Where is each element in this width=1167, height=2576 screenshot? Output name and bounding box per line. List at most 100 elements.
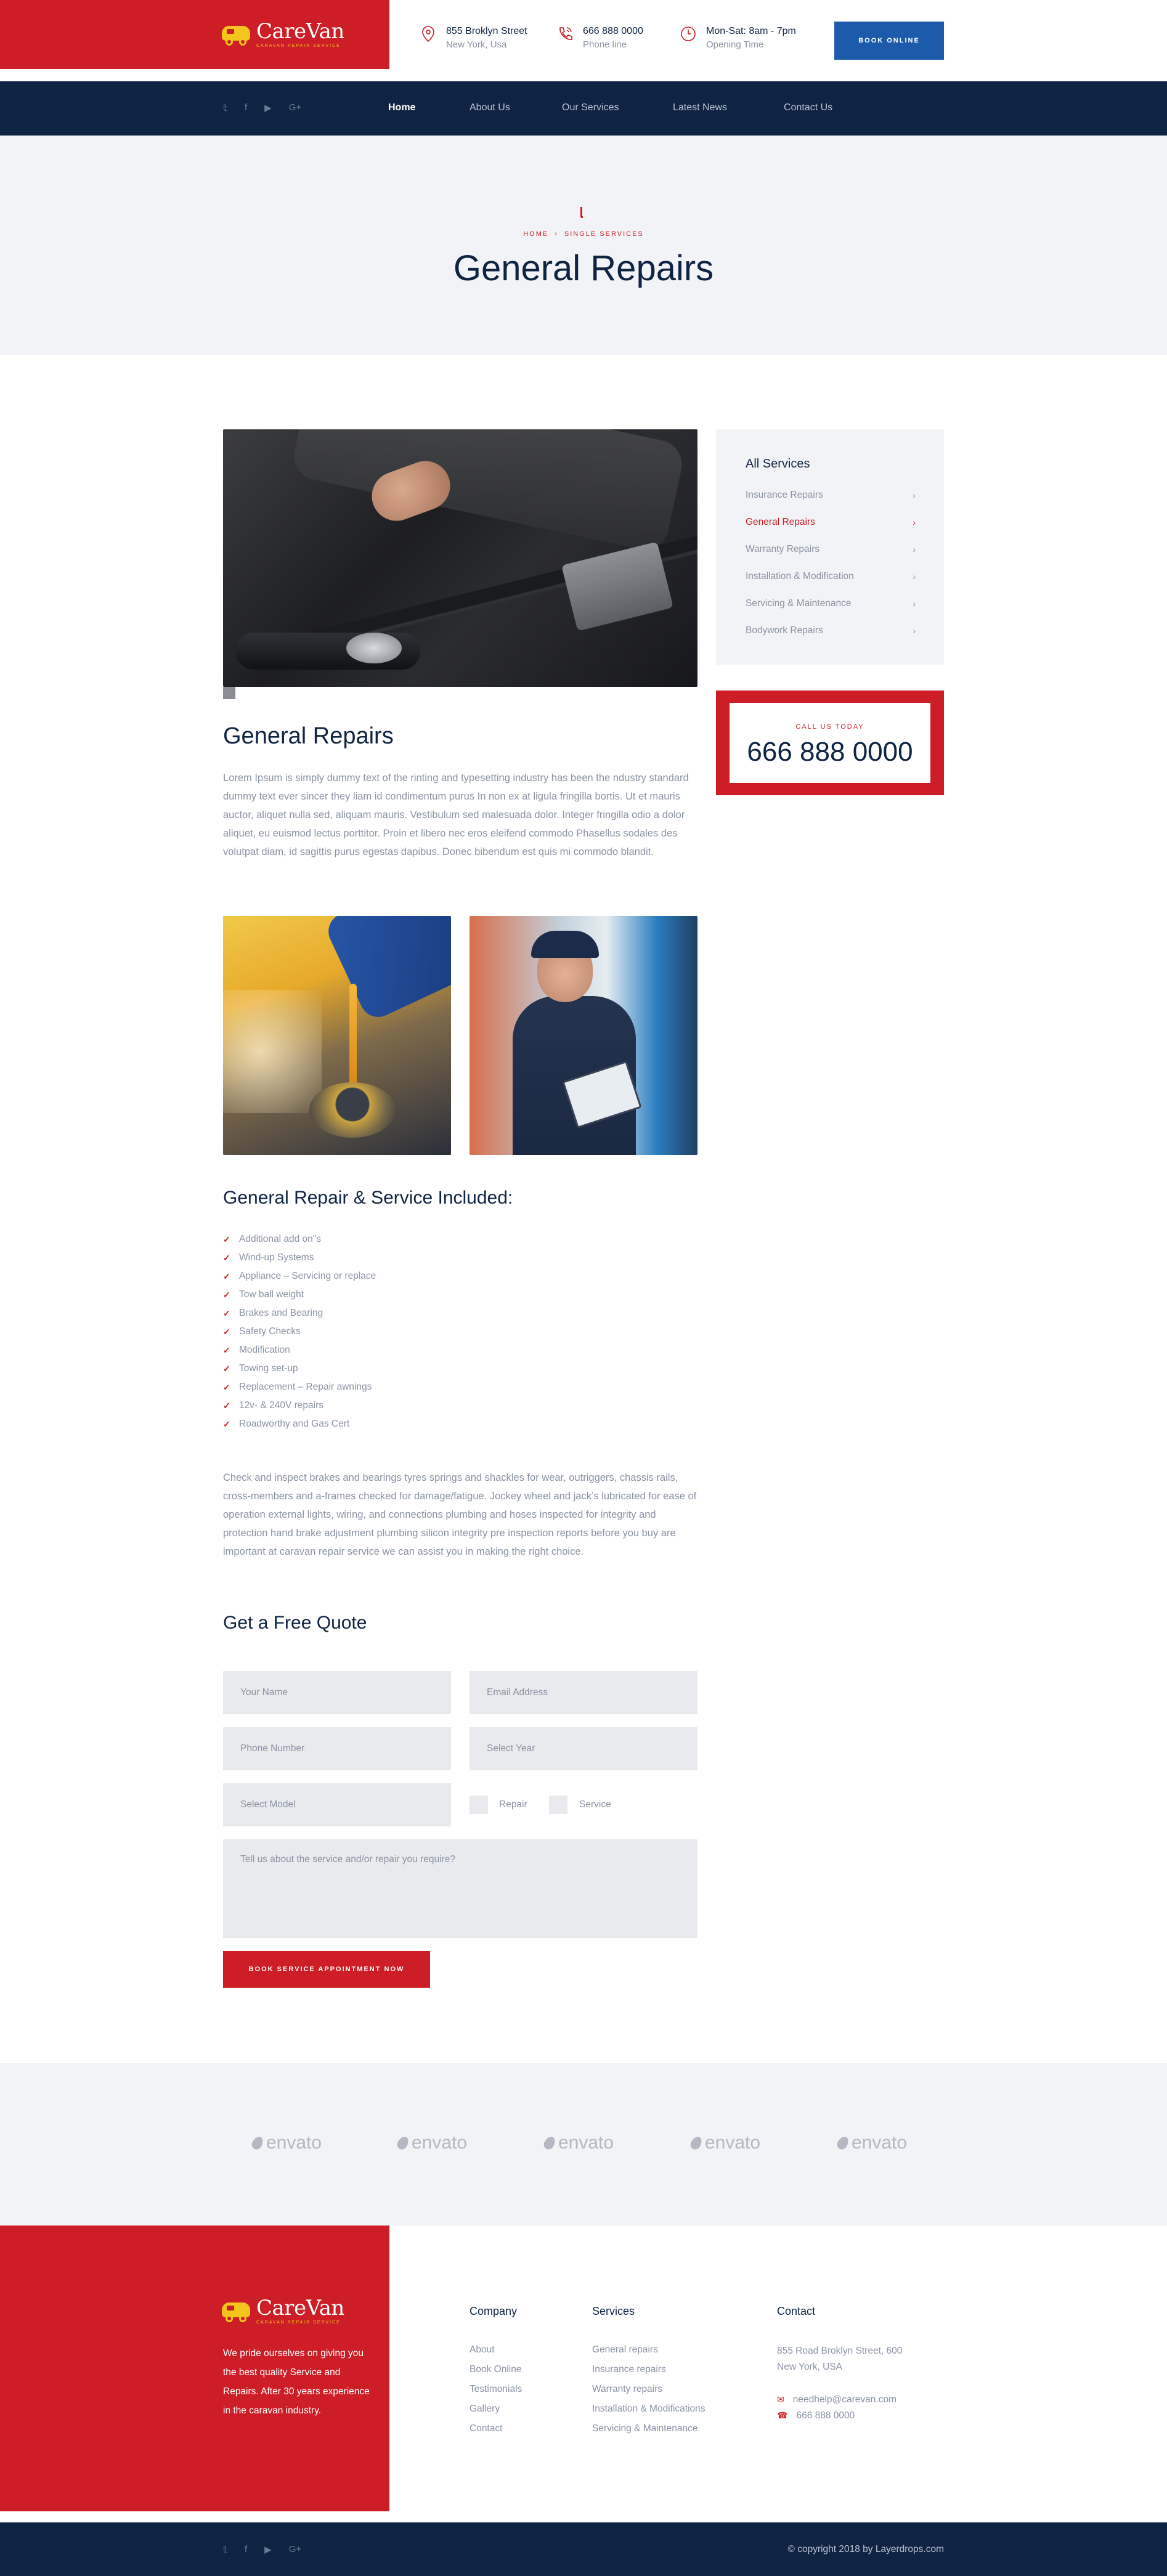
header-address: 855 Broklyn Street New York, Usa [419, 25, 527, 52]
list-item: ✓ Roadworthy and Gas Cert [223, 1419, 350, 1429]
footer-link[interactable]: Contact [470, 2419, 522, 2439]
header-phone: 666 888 0000 Phone line [556, 25, 643, 52]
check-icon: ✓ [223, 1308, 230, 1318]
list-item: ✓ Replacement – Repair awnings [223, 1382, 372, 1392]
envato-leaf-icon [835, 2134, 851, 2152]
list-item: ✓ 12v- & 240V repairs [223, 1400, 323, 1411]
footer-link[interactable]: About [470, 2340, 522, 2360]
year-select[interactable]: Select Year [470, 1727, 697, 1770]
sidebar-item-bodywork[interactable]: Bodywork Repairs › [746, 622, 916, 640]
service-label: Service [579, 1799, 611, 1810]
footer-brand-name: CareVan [256, 2296, 344, 2320]
included-title: General Repair & Service Included: [223, 1188, 513, 1208]
check-icon: ✓ [223, 1400, 230, 1411]
footer-link[interactable]: Testimonials [470, 2380, 522, 2399]
repair-checkbox[interactable] [470, 1796, 488, 1814]
facebook-icon[interactable]: f [245, 102, 247, 113]
sidebar-item-insurance[interactable]: Insurance Repairs › [746, 486, 916, 504]
chevron-right-icon: › [913, 517, 916, 527]
nav-about[interactable]: About Us [470, 102, 510, 113]
sidebar-item-installation[interactable]: Installation & Modification › [746, 567, 916, 586]
message-textarea[interactable]: Tell us about the service and/or repair … [223, 1839, 697, 1938]
call-us-number[interactable]: 666 888 0000 [730, 737, 930, 768]
envato-leaf-icon [688, 2134, 704, 2152]
clock-icon [681, 26, 696, 41]
facebook-icon[interactable]: f [245, 2544, 247, 2555]
van-logo-icon [222, 23, 250, 46]
phone-icon: ☎ [777, 2410, 788, 2420]
service-title: General Repairs [223, 723, 394, 749]
partner-logo[interactable]: envato [835, 2132, 907, 2153]
phone-caption: Phone line [583, 39, 627, 50]
address-line2: New York, Usa [446, 39, 507, 50]
envelope-icon: ✉ [777, 2394, 784, 2404]
partner-logo[interactable]: envato [250, 2132, 322, 2153]
footer-link[interactable]: Warranty repairs [592, 2380, 705, 2399]
phone-icon [559, 27, 572, 40]
nav-contact[interactable]: Contact Us [784, 102, 832, 113]
google-plus-icon[interactable]: G+ [289, 102, 301, 113]
partner-logo[interactable]: envato [688, 2132, 760, 2153]
list-item: ✓ Brakes and Bearing [223, 1308, 323, 1318]
sidebar-item-warranty[interactable]: Warranty Repairs › [746, 540, 916, 559]
footer-link[interactable]: Servicing & Maintenance [592, 2419, 705, 2439]
sidebar-item-servicing[interactable]: Servicing & Maintenance › [746, 594, 916, 613]
phone-number[interactable]: 666 888 0000 [583, 25, 643, 38]
inspection-text: Check and inspect brakes and bearings ty… [223, 1472, 697, 1557]
sidebar-item-general[interactable]: General Repairs › [746, 513, 916, 532]
book-online-button[interactable]: BOOK ONLINE [834, 22, 944, 60]
nav-services[interactable]: Our Services [562, 102, 619, 113]
footer-link[interactable]: Insurance repairs [592, 2360, 705, 2380]
google-plus-icon[interactable]: G+ [289, 2544, 301, 2555]
list-item: ✓ Towing set-up [223, 1363, 298, 1374]
hours-line: Mon-Sat: 8am - 7pm [706, 26, 796, 36]
check-icon: ✓ [223, 1271, 230, 1281]
book-appointment-button[interactable]: BOOK SERVICE APPOINTMENT NOW [223, 1951, 430, 1988]
service-checkbox[interactable] [549, 1796, 567, 1814]
header-hours: Mon-Sat: 8am - 7pm Opening Time [679, 25, 796, 52]
twitter-icon[interactable]: 𝕥 [223, 102, 227, 113]
list-item: ✓ Additional add on"s [223, 1234, 322, 1244]
envato-leaf-icon [542, 2134, 558, 2152]
phone-field[interactable]: Phone Number [223, 1727, 451, 1770]
model-select[interactable]: Select Model [223, 1783, 451, 1826]
partner-logo[interactable]: envato [395, 2132, 467, 2153]
nav-social-links: 𝕥 f ▶ G+ [223, 102, 301, 113]
name-field[interactable]: Your Name [223, 1671, 451, 1714]
brand-name: CareVan [256, 19, 344, 44]
oil-pouring-image [223, 916, 451, 1155]
footer-address: 855 Road Broklyn Street, 600 New York, U… [777, 2346, 903, 2372]
breadcrumb-home[interactable]: HOME [523, 230, 548, 238]
email-field[interactable]: Email Address [470, 1671, 697, 1714]
nav-news[interactable]: Latest News [673, 102, 727, 113]
youtube-icon[interactable]: ▶ [264, 102, 272, 113]
twitter-icon[interactable]: 𝕥 [223, 2544, 227, 2555]
footer-social-links: 𝕥 f ▶ G+ [223, 2544, 301, 2555]
brand-tagline: CARAVAN REPAIR SERVICE [256, 44, 341, 48]
footer-phone[interactable]: ☎ 666 888 0000 [777, 2407, 855, 2424]
footer-link[interactable]: Gallery [470, 2399, 522, 2419]
footer-link[interactable]: Installation & Modifications [592, 2399, 705, 2419]
van-logo-icon [222, 2300, 250, 2322]
youtube-icon[interactable]: ▶ [264, 2544, 272, 2555]
list-item: ✓ Wind-up Systems [223, 1252, 314, 1263]
address-line1: 855 Broklyn Street [446, 26, 527, 36]
chevron-right-icon: › [913, 626, 916, 636]
footer-link[interactable]: General repairs [592, 2340, 705, 2360]
page-title: General Repairs [453, 248, 714, 288]
nav-home[interactable]: Home [388, 102, 415, 113]
footer-email[interactable]: ✉ needhelp@carevan.com [777, 2391, 897, 2408]
chevron-right-icon: › [913, 599, 916, 609]
footer-contact-title: Contact [777, 2305, 816, 2317]
footer-link[interactable]: Book Online [470, 2360, 522, 2380]
copyright: © copyright 2018 by Layerdrops.com [787, 2544, 944, 2554]
engine-repair-image [223, 429, 697, 687]
hours-caption: Opening Time [706, 39, 764, 50]
check-icon: ✓ [223, 1363, 230, 1374]
brand-logo[interactable]: CareVan CARAVAN REPAIR SERVICE [222, 21, 344, 48]
partner-logo[interactable]: envato [542, 2132, 614, 2153]
footer-logo[interactable]: CareVan CARAVAN REPAIR SERVICE [222, 2298, 344, 2325]
footer-services-links: General repairs Insurance repairs Warran… [592, 2340, 705, 2439]
footer-company-title: Company [470, 2305, 518, 2317]
repair-label: Repair [499, 1799, 527, 1810]
